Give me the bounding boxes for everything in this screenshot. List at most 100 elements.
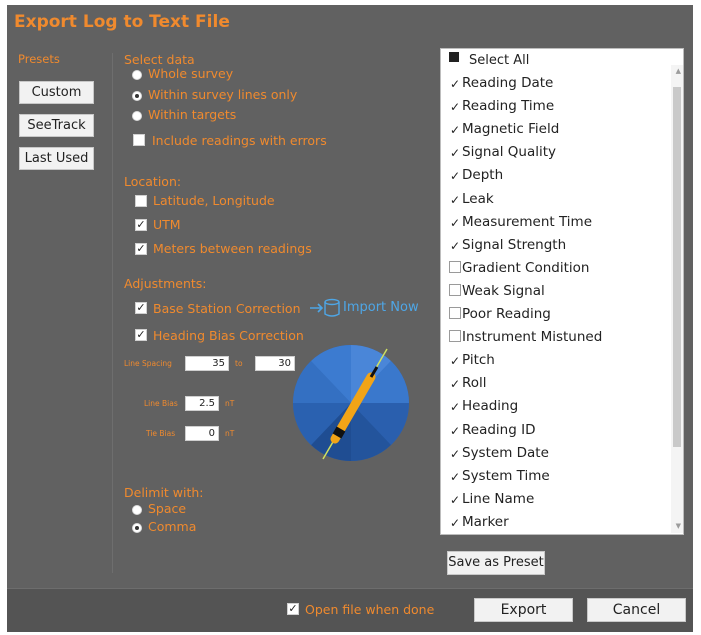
- select-data-label: Select data: [124, 52, 195, 67]
- open-when-done-checkbox[interactable]: ✓: [287, 603, 299, 615]
- export-button[interactable]: Export: [474, 598, 573, 622]
- line-spacing-to-input[interactable]: 30: [255, 356, 295, 371]
- select-all-checkbox[interactable]: [449, 52, 459, 62]
- field-item[interactable]: ✓ Measurement Time: [449, 212, 592, 232]
- field-item[interactable]: ✓ Reading ID: [449, 420, 536, 440]
- field-item-checkbox[interactable]: ✓: [449, 355, 461, 368]
- field-item[interactable]: Weak Signal: [449, 281, 545, 301]
- field-item-checkbox[interactable]: ✓: [449, 78, 461, 91]
- scroll-up-icon[interactable]: ▲: [676, 67, 681, 75]
- field-item[interactable]: ✓ Signal Quality: [449, 142, 556, 162]
- field-item-label: Reading Time: [462, 98, 555, 115]
- open-when-done-label: Open file when done: [305, 602, 435, 617]
- field-item-checkbox[interactable]: [449, 307, 461, 319]
- field-item[interactable]: ✓ Marker: [449, 512, 509, 532]
- utm-checkbox[interactable]: ✓: [135, 219, 147, 231]
- field-item[interactable]: ✓ Pitch: [449, 350, 495, 370]
- field-item-checkbox[interactable]: ✓: [449, 217, 461, 230]
- field-item[interactable]: ✓ System Time: [449, 466, 550, 486]
- field-item-label: Roll: [462, 375, 487, 392]
- field-item-label: Measurement Time: [462, 213, 593, 230]
- field-item-checkbox[interactable]: [449, 283, 461, 296]
- field-item-checkbox[interactable]: ✓: [449, 194, 461, 207]
- save-as-preset-button[interactable]: Save as Preset: [447, 551, 545, 575]
- field-item-checkbox[interactable]: ✓: [449, 170, 461, 183]
- field-item-checkbox[interactable]: ✓: [449, 101, 461, 114]
- field-item[interactable]: ✓ Heading: [449, 396, 518, 416]
- field-item-checkbox[interactable]: ✓: [449, 517, 461, 530]
- tie-bias-label: Tie Bias: [146, 429, 176, 438]
- field-item-checkbox[interactable]: ✓: [449, 425, 461, 438]
- field-item-label: Magnetic Field: [462, 121, 560, 138]
- field-item-checkbox[interactable]: ✓: [449, 471, 461, 484]
- line-bias-label: Line Bias: [144, 399, 178, 408]
- heading-bias-checkbox[interactable]: ✓: [135, 329, 147, 341]
- import-now-link[interactable]: Import Now: [343, 300, 419, 315]
- field-item-label: Pitch: [462, 352, 495, 369]
- space-label: Space: [148, 501, 187, 516]
- import-icon[interactable]: [308, 298, 342, 318]
- field-item-label: System Time: [462, 467, 550, 484]
- field-item-checkbox[interactable]: ✓: [449, 378, 461, 391]
- scroll-down-icon[interactable]: ▼: [676, 522, 681, 530]
- field-item-label: Depth: [462, 167, 504, 184]
- field-item-checkbox[interactable]: ✓: [449, 124, 461, 137]
- field-item-checkbox[interactable]: ✓: [449, 147, 461, 160]
- radio-comma[interactable]: [132, 523, 142, 533]
- field-item-checkbox[interactable]: [449, 260, 461, 273]
- field-item[interactable]: Instrument Mistuned: [449, 327, 602, 347]
- field-item[interactable]: ✓ Reading Date: [449, 73, 553, 93]
- select-all-label: Select All: [469, 53, 530, 68]
- field-item-checkbox[interactable]: ✓: [449, 401, 461, 414]
- utm-label: UTM: [153, 217, 181, 232]
- field-item[interactable]: Poor Reading: [449, 304, 551, 324]
- lat-long-checkbox[interactable]: [135, 195, 147, 207]
- field-item-label: Weak Signal: [462, 282, 545, 299]
- radio-whole-survey[interactable]: [132, 70, 142, 80]
- field-item-label: Poor Reading: [462, 306, 551, 322]
- preset-last-used-button[interactable]: Last Used: [19, 147, 94, 170]
- field-item-label: Marker: [462, 513, 509, 530]
- field-item[interactable]: ✓ Reading Time: [449, 96, 554, 116]
- base-station-checkbox[interactable]: ✓: [135, 302, 147, 314]
- dialog-title: Export Log to Text File: [14, 12, 230, 32]
- within-survey-lines-label: Within survey lines only: [148, 87, 298, 102]
- include-errors-label: Include readings with errors: [152, 133, 327, 148]
- radio-space[interactable]: [132, 505, 142, 515]
- field-checklist[interactable]: Select All ✓ Reading Date ✓ Reading Time ✓ Ma…: [440, 48, 684, 535]
- export-dialog: Export Log to Text File Presets Custom S…: [7, 5, 693, 632]
- cancel-button[interactable]: Cancel: [587, 598, 686, 622]
- line-bias-input[interactable]: 2.5: [185, 396, 219, 411]
- meters-between-checkbox[interactable]: ✓: [135, 243, 147, 255]
- field-item-checkbox[interactable]: ✓: [449, 494, 461, 507]
- presets-label: Presets: [18, 52, 60, 66]
- include-errors-checkbox[interactable]: [133, 134, 145, 146]
- radio-within-survey-lines[interactable]: [132, 91, 142, 101]
- heading-bias-dial[interactable]: [291, 343, 411, 463]
- field-item-label: Signal Quality: [462, 144, 556, 161]
- lat-long-label: Latitude, Longitude: [153, 193, 275, 208]
- field-item[interactable]: ✓ System Date: [449, 443, 549, 463]
- field-item-checkbox[interactable]: ✓: [449, 240, 461, 253]
- tie-bias-input[interactable]: 0: [185, 426, 219, 441]
- radio-within-targets[interactable]: [132, 111, 142, 121]
- preset-seetrack-button[interactable]: SeeTrack: [19, 114, 94, 137]
- field-item[interactable]: ✓ Line Name: [449, 489, 534, 509]
- footer-bar: ✓ Open file when done Export Cancel: [7, 588, 693, 632]
- delimit-label: Delimit with:: [124, 485, 204, 500]
- field-item-checkbox[interactable]: [449, 330, 461, 343]
- preset-custom-button[interactable]: Custom: [19, 81, 94, 104]
- tie-bias-unit: nT: [225, 429, 235, 438]
- field-item[interactable]: ✓ Roll: [449, 373, 487, 393]
- comma-label: Comma: [148, 519, 197, 534]
- meters-between-label: Meters between readings: [153, 241, 312, 256]
- field-item-checkbox[interactable]: ✓: [449, 448, 461, 461]
- field-item[interactable]: ✓ Leak: [449, 189, 494, 209]
- field-item[interactable]: ✓ Depth: [449, 165, 503, 185]
- field-item[interactable]: ✓ Signal Strength: [449, 235, 566, 255]
- scrollbar-thumb[interactable]: [673, 87, 681, 447]
- line-spacing-from-input[interactable]: 35: [185, 356, 229, 371]
- field-item[interactable]: ✓ Magnetic Field: [449, 119, 559, 139]
- whole-survey-label: Whole survey: [148, 66, 234, 81]
- field-item[interactable]: Gradient Condition: [449, 258, 589, 278]
